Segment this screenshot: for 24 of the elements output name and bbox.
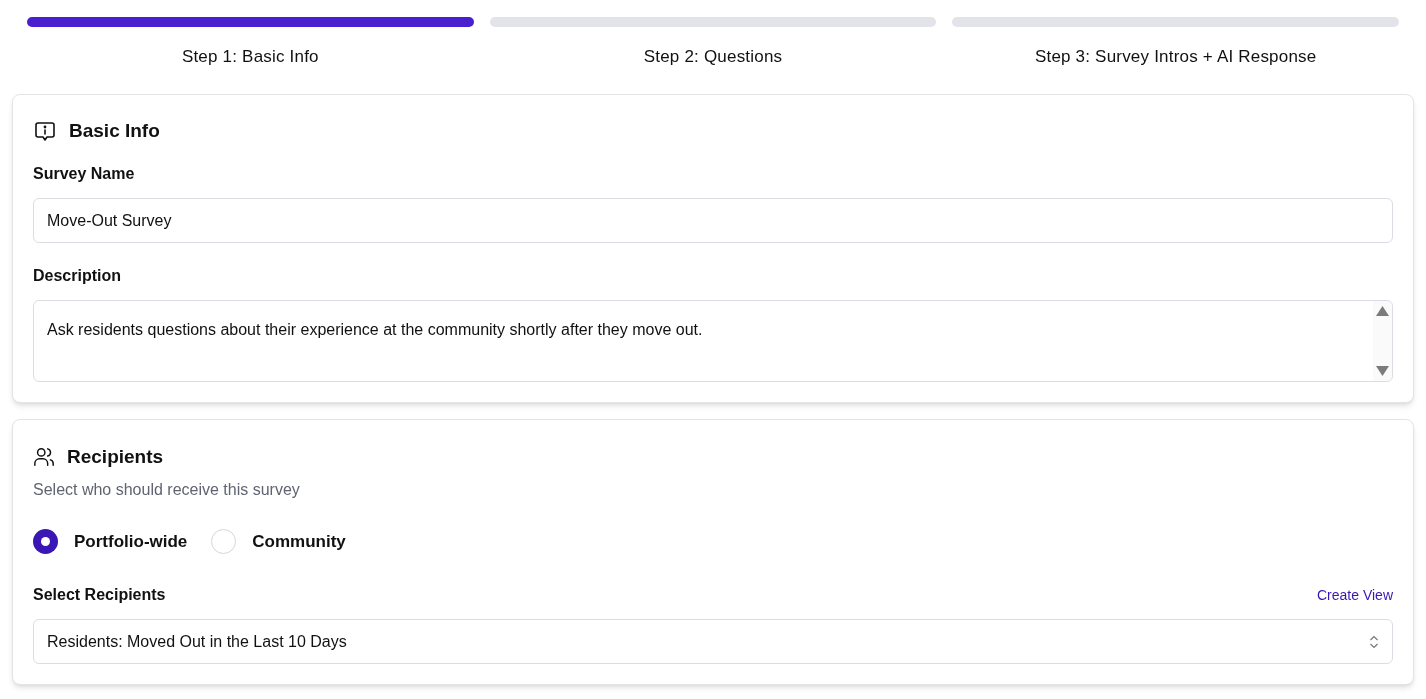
section-title: Basic Info bbox=[69, 118, 160, 143]
section-title: Recipients bbox=[67, 445, 164, 469]
description-textarea[interactable]: Ask residents questions about their experience at the community shortly after they move out. bbox=[33, 300, 1393, 382]
chevron-up-down-icon bbox=[1369, 634, 1379, 649]
scroll-down-icon[interactable] bbox=[1376, 366, 1389, 376]
users-icon bbox=[33, 446, 55, 469]
description-text: Ask residents questions about their experience at the community shortly after they move out. bbox=[46, 320, 704, 340]
step-tab[interactable]: Step 2: Questions bbox=[643, 44, 783, 70]
radio-label[interactable]: Portfolio-wide bbox=[74, 528, 188, 554]
scrollbar[interactable] bbox=[1373, 301, 1392, 381]
field-label: Description bbox=[33, 266, 122, 286]
step-tab[interactable]: Step 3: Survey Intros + AI Response bbox=[1034, 44, 1317, 70]
recipients-select[interactable]: Residents: Moved Out in the Last 10 Days bbox=[33, 619, 1393, 664]
step-tab[interactable]: Step 1: Basic Info bbox=[181, 44, 319, 70]
radio-button[interactable] bbox=[33, 528, 58, 554]
field-label: Select Recipients bbox=[33, 585, 166, 605]
create-view-link[interactable]: Create View bbox=[1317, 584, 1393, 606]
select-value: Residents: Moved Out in the Last 10 Days bbox=[47, 631, 347, 652]
survey-name-input[interactable]: Move-Out Survey bbox=[33, 198, 1393, 243]
radio-label[interactable]: Community bbox=[252, 528, 346, 554]
field-label: Survey Name bbox=[33, 164, 136, 184]
radio-button[interactable] bbox=[211, 528, 237, 554]
scroll-up-icon[interactable] bbox=[1376, 306, 1389, 316]
section-subtitle: Select who should receive this survey bbox=[33, 479, 301, 500]
